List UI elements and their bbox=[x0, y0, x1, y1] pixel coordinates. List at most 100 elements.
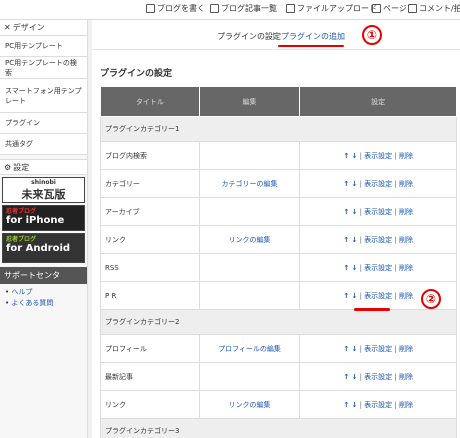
display-settings-link[interactable]: 表示設定 bbox=[364, 180, 392, 188]
plugin-ops: ↑ ↓ | 表示設定 | 削除 bbox=[299, 334, 457, 363]
sidebar-item-plugin[interactable]: プラグイン bbox=[0, 113, 87, 134]
delete-link[interactable]: 削除 bbox=[399, 264, 413, 272]
sidebar-item-common-tag[interactable]: 共通タグ bbox=[0, 134, 87, 155]
move-up-button[interactable]: ↑ bbox=[343, 292, 349, 300]
plugin-ops: ↑ ↓ | 表示設定 | 削除 bbox=[299, 197, 457, 226]
move-up-button[interactable]: ↑ bbox=[343, 345, 349, 353]
design-label: デザイン bbox=[12, 23, 45, 32]
android-banner-top: 忍者ブログ bbox=[6, 236, 37, 243]
ops-separator: | bbox=[394, 235, 397, 244]
plugin-edit-link[interactable] bbox=[198, 197, 301, 226]
display-settings-link[interactable]: 表示設定 bbox=[364, 401, 392, 409]
android-banner[interactable]: 忍者ブログ for Android bbox=[2, 233, 85, 263]
move-down-button[interactable]: ↓ bbox=[351, 401, 357, 409]
table-row: RSS ↑ ↓ | 表示設定 | 削除 bbox=[100, 253, 457, 282]
ops-separator: | bbox=[394, 291, 397, 300]
delete-link[interactable]: 削除 bbox=[399, 180, 413, 188]
plugin-edit-link[interactable] bbox=[198, 141, 301, 170]
top-toolbar: ブログを書く ブログ記事一覧 ファイルアップロード ページ コメント/拍手 bbox=[0, 0, 460, 20]
category-name: プラグインカテゴリー2 bbox=[100, 309, 457, 335]
gear-icon: ⚙ bbox=[4, 162, 12, 172]
write-blog-link[interactable]: ブログを書く bbox=[146, 3, 205, 14]
close-icon[interactable]: ✕ bbox=[4, 23, 11, 32]
sidebar-item-template-search[interactable]: PC用テンプレートの検索 bbox=[0, 57, 87, 79]
plugin-edit-link[interactable] bbox=[198, 253, 301, 282]
move-up-button[interactable]: ↑ bbox=[343, 373, 349, 381]
delete-link[interactable]: 削除 bbox=[399, 236, 413, 244]
move-up-button[interactable]: ↑ bbox=[343, 401, 349, 409]
move-down-button[interactable]: ↓ bbox=[351, 292, 357, 300]
plugin-name: ブログ内検索 bbox=[100, 141, 200, 170]
support-link-help[interactable]: • ヘルプ bbox=[5, 287, 82, 298]
plugin-table-body: プラグインカテゴリー1 ブログ内検索 ↑ ↓ | 表示設定 | 削除 カテゴリー カテゴ… bbox=[100, 116, 457, 438]
support-link-faq[interactable]: • よくある質問 bbox=[5, 298, 82, 309]
delete-link[interactable]: 削除 bbox=[399, 152, 413, 160]
page-icon bbox=[372, 4, 381, 13]
plugin-edit-link[interactable]: リンクの編集 bbox=[198, 225, 301, 254]
display-settings-link[interactable]: 表示設定 bbox=[364, 152, 392, 160]
blog-posts-link[interactable]: ブログ記事一覧 bbox=[210, 3, 277, 14]
delete-link[interactable]: 削除 bbox=[399, 401, 413, 409]
plugin-edit-link[interactable] bbox=[198, 281, 301, 310]
category-row: プラグインカテゴリー1 bbox=[100, 116, 457, 142]
pencil-icon bbox=[146, 4, 155, 13]
file-upload-link[interactable]: ファイルアップロード bbox=[286, 3, 377, 14]
plugin-name: アーカイブ bbox=[100, 197, 200, 226]
delete-link[interactable]: 削除 bbox=[399, 208, 413, 216]
move-down-button[interactable]: ↓ bbox=[351, 236, 357, 244]
display-settings-link[interactable]: 表示設定 bbox=[364, 292, 392, 300]
sidebar-item-smartphone-template[interactable]: スマートフォン用テンプレート bbox=[0, 79, 87, 113]
move-down-button[interactable]: ↓ bbox=[351, 373, 357, 381]
move-up-button[interactable]: ↑ bbox=[343, 208, 349, 216]
iphone-banner[interactable]: 忍者ブログ for iPhone bbox=[2, 205, 85, 231]
move-up-button[interactable]: ↑ bbox=[343, 236, 349, 244]
ops-separator: | bbox=[359, 400, 362, 409]
category-row: プラグインカテゴリー2 bbox=[100, 309, 457, 335]
support-links: • ヘルプ • よくある質問 bbox=[0, 284, 87, 312]
move-down-button[interactable]: ↓ bbox=[351, 264, 357, 272]
ops-separator: | bbox=[359, 179, 362, 188]
ops-separator: | bbox=[394, 179, 397, 188]
upload-icon bbox=[286, 4, 295, 13]
display-settings-link[interactable]: 表示設定 bbox=[364, 345, 392, 353]
support-center-header: サポートセンタ bbox=[0, 267, 87, 284]
shinobi-banner-top: shinobi bbox=[31, 178, 56, 186]
page-link[interactable]: ページ bbox=[372, 3, 407, 14]
move-up-button[interactable]: ↑ bbox=[343, 180, 349, 188]
move-down-button[interactable]: ↓ bbox=[351, 152, 357, 160]
tab-plugin-add[interactable]: プラグインの追加 bbox=[281, 31, 345, 42]
display-settings-link[interactable]: 表示設定 bbox=[364, 236, 392, 244]
move-up-button[interactable]: ↑ bbox=[343, 152, 349, 160]
section-title: プラグインの設定 bbox=[100, 69, 173, 79]
android-banner-title: for Android bbox=[6, 243, 71, 254]
plugin-edit-link[interactable]: カテゴリーの編集 bbox=[198, 169, 301, 198]
delete-link[interactable]: 削除 bbox=[399, 373, 413, 381]
move-down-button[interactable]: ↓ bbox=[351, 208, 357, 216]
display-settings-link[interactable]: 表示設定 bbox=[364, 264, 392, 272]
display-settings-link[interactable]: 表示設定 bbox=[364, 208, 392, 216]
page-label: ページ bbox=[383, 4, 407, 13]
ops-separator: | bbox=[394, 400, 397, 409]
shinobi-banner[interactable]: shinobi 未来瓦版 bbox=[2, 177, 85, 203]
move-down-button[interactable]: ↓ bbox=[351, 345, 357, 353]
table-row: プロフィール プロフィールの編集 ↑ ↓ | 表示設定 | 削除 bbox=[100, 334, 457, 363]
table-header-row: タイトル 編集 設定 bbox=[100, 86, 457, 117]
table-row: ブログ内検索 ↑ ↓ | 表示設定 | 削除 bbox=[100, 141, 457, 170]
plugin-edit-link[interactable]: プロフィールの編集 bbox=[198, 334, 301, 363]
settings-section-header[interactable]: ⚙ 設定 bbox=[0, 159, 87, 175]
move-up-button[interactable]: ↑ bbox=[343, 264, 349, 272]
move-down-button[interactable]: ↓ bbox=[351, 180, 357, 188]
blog-posts-label: ブログ記事一覧 bbox=[221, 4, 277, 13]
sidebar-item-pc-template[interactable]: PC用テンプレート bbox=[0, 36, 87, 57]
iphone-banner-top: 忍者ブログ bbox=[6, 208, 37, 215]
table-row: P R ↑ ↓ | 表示設定 | 削除 bbox=[100, 281, 457, 310]
plugin-name: カテゴリー bbox=[100, 169, 200, 198]
comment-link[interactable]: コメント/拍手 bbox=[408, 3, 460, 14]
delete-link[interactable]: 削除 bbox=[399, 292, 413, 300]
plugin-edit-link[interactable] bbox=[198, 362, 301, 391]
plugin-name: P R bbox=[100, 281, 200, 310]
annotation-marker-2: ② bbox=[421, 289, 441, 309]
plugin-edit-link[interactable]: リンクの編集 bbox=[198, 390, 301, 419]
display-settings-link[interactable]: 表示設定 bbox=[364, 373, 392, 381]
delete-link[interactable]: 削除 bbox=[399, 345, 413, 353]
